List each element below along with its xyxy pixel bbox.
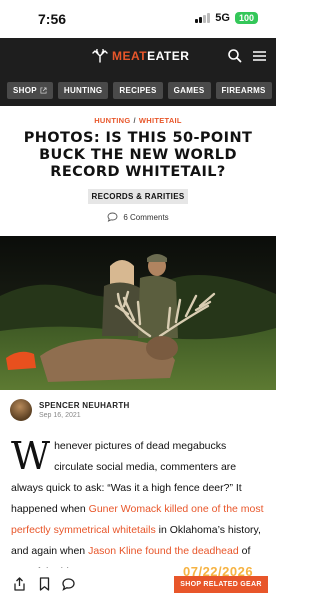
comments-count: 6 Comments xyxy=(123,212,169,222)
nav-item-recipes[interactable]: RECIPES xyxy=(113,81,163,99)
shop-related-gear-button[interactable]: SHOP RELATED GEAR xyxy=(174,576,268,593)
publish-date: Sep 16, 2021 xyxy=(39,412,81,419)
search-icon[interactable] xyxy=(226,47,244,65)
bookmark-icon[interactable] xyxy=(38,577,51,591)
share-icon[interactable] xyxy=(13,577,26,591)
link-kline[interactable]: Jason Kline found the deadhead xyxy=(88,545,239,557)
nav-item-games[interactable]: GAMES xyxy=(167,81,211,99)
comments-link[interactable]: 6 Comments xyxy=(0,212,276,222)
author-name[interactable]: SPENCER NEUHARTH xyxy=(39,401,130,410)
nav-item-firearms[interactable]: FIREARMS xyxy=(215,81,272,99)
tag-badge[interactable]: RECORDS & RARITIES xyxy=(87,189,189,204)
category-nav: SHOP HUNTING RECIPES GAMES FIREARMS VI xyxy=(0,74,276,106)
external-link-icon xyxy=(40,86,47,94)
status-indicators: 5G 100 xyxy=(195,12,258,24)
avatar xyxy=(10,399,32,421)
status-bar: 7:56 5G 100 xyxy=(0,0,276,38)
hamburger-menu-icon[interactable] xyxy=(250,47,268,65)
nav-item-hunting[interactable]: HUNTING xyxy=(57,81,109,99)
author-block[interactable]: SPENCER NEUHARTH Sep 16, 2021 xyxy=(10,399,130,421)
hero-photo xyxy=(0,236,276,390)
nav-item-label: SHOP xyxy=(13,85,37,95)
drop-cap: W xyxy=(11,434,51,478)
nav-item-shop[interactable]: SHOP xyxy=(7,81,53,99)
site-header: MEAT EATER xyxy=(0,38,276,74)
breadcrumb: HUNTING / WHITETAIL xyxy=(94,116,182,125)
antler-icon xyxy=(92,49,108,63)
comment-icon[interactable] xyxy=(62,577,75,591)
battery-icon: 100 xyxy=(234,12,258,24)
meateater-logo[interactable]: MEAT EATER xyxy=(92,49,189,63)
breadcrumb-category[interactable]: HUNTING xyxy=(94,116,130,125)
comment-bubble-icon xyxy=(107,212,118,222)
logo-text-secondary: EATER xyxy=(147,49,190,63)
breadcrumb-subcategory[interactable]: WHITETAIL xyxy=(139,116,182,125)
network-label: 5G xyxy=(215,12,230,24)
article-body: Whenever pictures of dead megabucks circ… xyxy=(11,436,267,583)
article-title: PHOTOS: IS THIS 50-POINT BUCK THE NEW WO… xyxy=(23,130,253,180)
status-time: 7:56 xyxy=(38,11,67,27)
logo-text-primary: MEAT xyxy=(112,49,148,63)
signal-icon xyxy=(195,13,211,23)
